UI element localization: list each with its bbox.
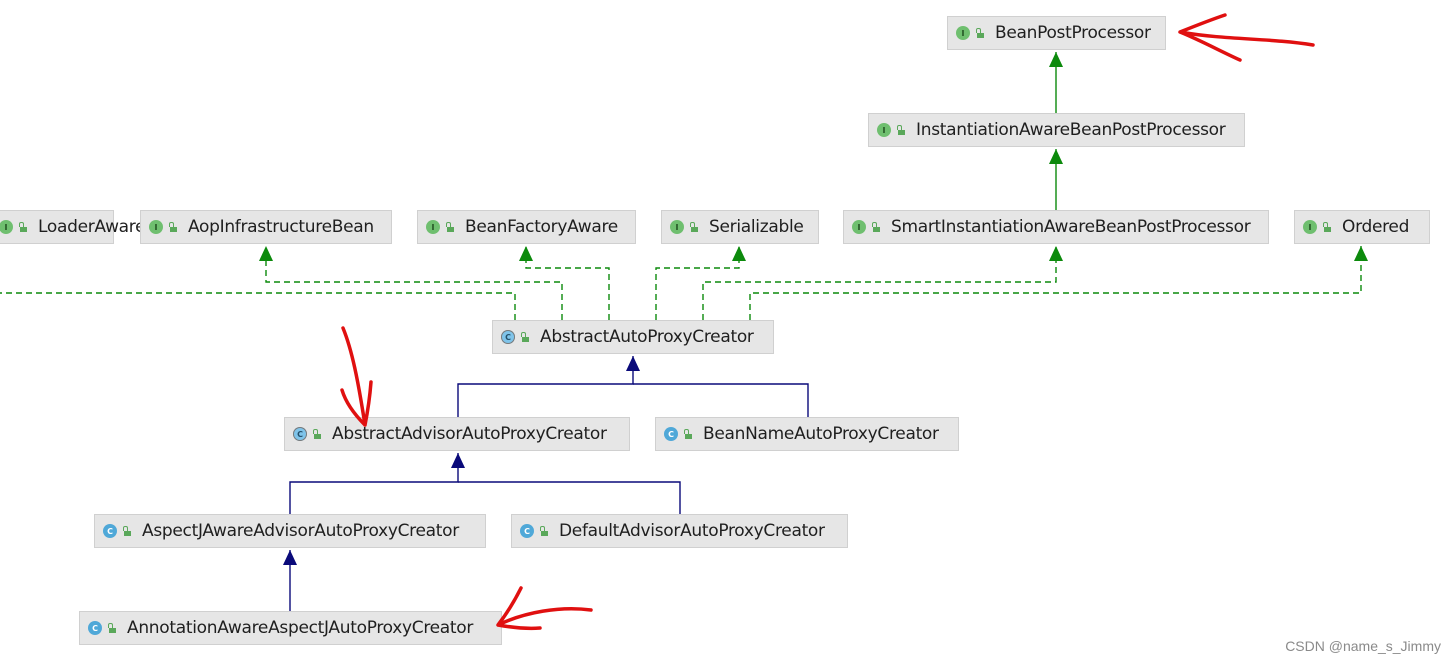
node-daapc[interactable]: C DefaultAdvisorAutoProxyCreator [511,514,848,548]
node-label: AspectJAwareAdvisorAutoProxyCreator [142,521,459,541]
arrowhead-ser [732,246,746,261]
interface-icon: I [877,123,891,137]
edge-aapc-to-bfa [525,246,610,320]
node-aaapc[interactable]: C AbstractAdvisorAutoProxyCreator [284,417,630,451]
interface-icon: I [852,220,866,234]
node-bfa[interactable]: I BeanFactoryAware [417,210,636,244]
public-access-icon [896,125,906,135]
public-access-icon [871,222,881,232]
interface-icon: I [1303,220,1317,234]
edge-aapc-to-bcla [0,292,516,320]
edge-ajaapc-to-aaapc [289,453,459,514]
edge-aaapc-to-aapc [457,356,634,417]
interface-icon: I [956,26,970,40]
node-bnapc[interactable]: C BeanNameAutoProxyCreator [655,417,959,451]
edge-aapc-to-siabpp [702,246,1057,320]
edge-aapc-to-ser [655,246,740,320]
node-label: BeanPostProcessor [995,23,1151,43]
class-icon: C [88,621,102,635]
arrowhead-ajaapc [283,550,297,565]
public-access-icon [122,526,132,536]
node-label: BeanNameAutoProxyCreator [703,424,939,444]
class-icon: C [664,427,678,441]
node-ord[interactable]: I Ordered [1294,210,1430,244]
watermark: CSDN @name_s_Jimmy [1285,638,1441,654]
abstract-class-icon: C [501,330,515,344]
arrowhead-aapc [626,356,640,371]
node-label: AopInfrastructureBean [188,217,374,237]
arrowhead-bfa [519,246,533,261]
node-bcla[interactable]: I LoaderAware [0,210,146,244]
public-access-icon [107,623,117,633]
public-access-icon [683,429,693,439]
arrowhead-aib [259,246,273,261]
public-access-icon [539,526,549,536]
public-access-icon [18,222,28,232]
public-access-icon [689,222,699,232]
arrowhead-aaapc [451,453,465,468]
public-access-icon [445,222,455,232]
node-label: Serializable [709,217,804,237]
interface-icon: I [670,220,684,234]
class-icon: C [520,524,534,538]
node-label: SmartInstantiationAwareBeanPostProcessor [891,217,1251,237]
arrowhead-ord [1354,246,1368,261]
node-bpp[interactable]: I BeanPostProcessor [947,16,1166,50]
interface-icon: I [0,220,13,234]
class-icon: C [103,524,117,538]
edge-aapc-to-aib [265,246,563,320]
public-access-icon [975,28,985,38]
node-aaajapc[interactable]: C AnnotationAwareAspectJAutoProxyCreator [79,611,502,645]
node-label: DefaultAdvisorAutoProxyCreator [559,521,825,541]
public-access-icon [312,429,322,439]
edge-bnapc-to-aapc [633,383,809,417]
node-ajaapc[interactable]: C AspectJAwareAdvisorAutoProxyCreator [94,514,486,548]
node-iabpp[interactable]: I InstantiationAwareBeanPostProcessor [868,113,1245,147]
node-label: Ordered [1342,217,1410,237]
arrowhead-siabpp [1049,246,1063,261]
node-aib[interactable]: I AopInfrastructureBean [140,210,392,244]
node-label: AnnotationAwareAspectJAutoProxyCreator [127,618,474,638]
public-access-icon [168,222,178,232]
edge-daapc-to-aaapc [458,481,681,514]
interface-icon: I [426,220,440,234]
arrowhead-bpp [1049,52,1063,67]
public-access-icon [1322,222,1332,232]
node-label: LoaderAware [38,217,146,237]
class-hierarchy-diagram: I BeanPostProcessor I InstantiationAwareBea… [0,0,1455,664]
node-label: AbstractAdvisorAutoProxyCreator [332,424,607,444]
interface-icon: I [149,220,163,234]
node-aapc[interactable]: C AbstractAutoProxyCreator [492,320,774,354]
arrowhead-iabpp [1049,149,1063,164]
node-label: InstantiationAwareBeanPostProcessor [916,120,1226,140]
node-label: BeanFactoryAware [465,217,618,237]
node-siabpp[interactable]: I SmartInstantiationAwareBeanPostProcesso… [843,210,1269,244]
node-ser[interactable]: I Serializable [661,210,819,244]
node-label: AbstractAutoProxyCreator [540,327,754,347]
public-access-icon [520,332,530,342]
abstract-class-icon: C [293,427,307,441]
